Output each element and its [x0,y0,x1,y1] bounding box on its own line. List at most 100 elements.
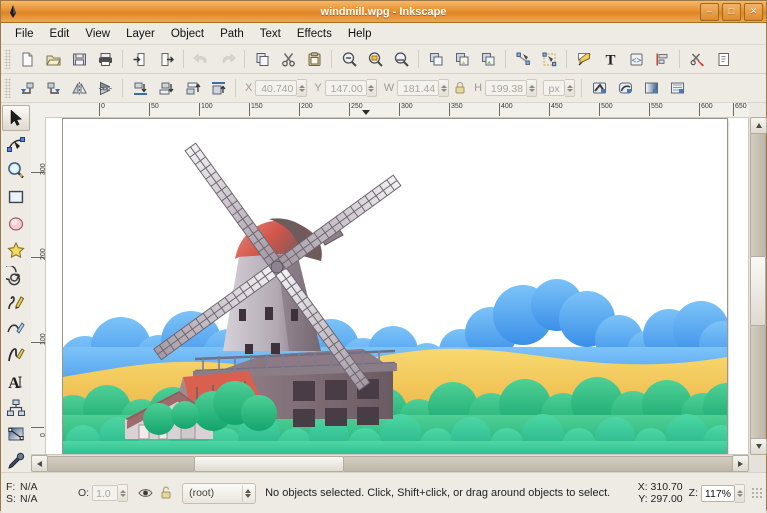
scroll-right-button[interactable] [732,455,749,472]
fill-stroke-indicator[interactable]: F: N/A S: N/A [1,481,68,505]
import-button[interactable] [128,47,152,71]
tool-zoom[interactable] [2,158,30,184]
tool-gradient[interactable] [2,421,30,447]
unlocked-icon[interactable] [157,481,175,505]
units-stepper[interactable] [565,79,575,97]
scale-corners-toggle[interactable] [613,76,637,100]
layer-selector[interactable]: (root) [182,483,256,504]
lock-closed-icon[interactable] [452,76,468,100]
tool-rectangle[interactable] [2,184,30,210]
y-position-field[interactable]: 147.00 [325,80,367,96]
transform-gradients-toggle[interactable] [639,76,663,100]
tool-pencil[interactable] [2,290,30,316]
xml-editor-button[interactable]: <> [624,47,648,71]
windmill-artwork[interactable] [63,119,727,455]
copy-button[interactable] [250,47,274,71]
x-position-stepper[interactable] [297,79,307,97]
group-button[interactable] [511,47,535,71]
scroll-up-button[interactable] [750,117,767,134]
canvas-viewport[interactable] [45,117,749,455]
vertical-scroll-track-highlight[interactable] [750,256,766,326]
document-properties-button[interactable] [711,47,735,71]
duplicate-button[interactable] [424,47,448,71]
menu-layer[interactable]: Layer [118,26,163,42]
close-button[interactable]: ✕ [744,3,763,21]
eye-icon[interactable] [135,481,155,505]
x-position-field[interactable]: 40.740 [255,80,297,96]
paste-button[interactable] [302,47,326,71]
tool-text[interactable]: A [2,369,30,395]
menu-file[interactable]: File [7,26,42,42]
open-document-button[interactable] [41,47,65,71]
transform-patterns-toggle[interactable] [665,76,689,100]
width-stepper[interactable] [439,79,449,97]
horizontal-scroll-thumb[interactable] [194,456,344,472]
zoom-selection-button[interactable] [363,47,387,71]
y-position-stepper[interactable] [367,79,377,97]
maximize-button[interactable]: □ [722,3,741,21]
minimize-button[interactable]: – [700,3,719,21]
window-resize-grip[interactable] [751,487,763,499]
horizontal-scroll-track-right[interactable] [343,456,735,472]
flip-horizontal-button[interactable] [67,76,91,100]
undo-button[interactable] [189,47,213,71]
scroll-left-button[interactable] [31,455,48,472]
tool-bezier[interactable] [2,316,30,342]
menu-view[interactable]: View [77,26,118,42]
rotate-ccw-button[interactable] [15,76,39,100]
height-field[interactable]: 199.38 [485,80,527,96]
clone-button[interactable] [450,47,474,71]
tool-calligraphy[interactable] [2,342,30,368]
toolbar-grip[interactable] [4,78,11,98]
menu-help[interactable]: Help [340,26,380,42]
export-button[interactable] [154,47,178,71]
menu-edit[interactable]: Edit [42,26,78,42]
zoom-out-button[interactable] [337,47,361,71]
opacity-field[interactable]: 1.0 [92,485,118,501]
fill-stroke-button[interactable] [572,47,596,71]
new-document-button[interactable] [15,47,39,71]
save-document-button[interactable] [67,47,91,71]
tool-star[interactable] [2,237,30,263]
zoom-stepper[interactable] [735,484,745,503]
menu-object[interactable]: Object [163,26,212,42]
horizontal-ruler[interactable]: 0 50 100 150 200 250 300 350 400 450 500… [31,103,749,118]
width-field[interactable]: 181.44 [397,80,439,96]
layer-stepper[interactable] [242,485,253,502]
raise-to-top-button[interactable] [206,76,230,100]
tool-node-editor[interactable] [2,131,30,157]
vertical-scroll-thumb[interactable] [750,133,766,257]
print-document-button[interactable] [93,47,117,71]
zoom-field[interactable]: 117% [701,485,735,502]
lower-to-bottom-button[interactable] [128,76,152,100]
tool-dropper[interactable] [2,448,30,474]
tool-spiral[interactable] [2,263,30,289]
opacity-stepper[interactable] [118,484,128,502]
unlink-clone-button[interactable] [476,47,500,71]
zoom-drawing-button[interactable] [389,47,413,71]
flip-vertical-button[interactable] [93,76,117,100]
vertical-scroll-thumb-lower[interactable] [750,325,766,445]
cut-button[interactable] [276,47,300,71]
menu-path[interactable]: Path [212,26,252,42]
rotate-cw-button[interactable] [41,76,65,100]
scroll-down-button[interactable] [750,438,767,455]
horizontal-scrollbar[interactable] [31,454,749,472]
horizontal-scroll-track-left[interactable] [47,456,195,472]
height-stepper[interactable] [527,79,537,97]
vertical-ruler[interactable]: 300 200 100 0 [31,117,46,455]
preferences-button[interactable] [685,47,709,71]
vertical-scrollbar[interactable] [748,117,766,455]
menu-text[interactable]: Text [252,26,289,42]
toolbar-grip[interactable] [4,49,11,69]
redo-button[interactable] [215,47,239,71]
ungroup-button[interactable] [537,47,561,71]
tool-ellipse[interactable] [2,210,30,236]
tool-connector[interactable] [2,395,30,421]
menu-effects[interactable]: Effects [289,26,340,42]
raise-button[interactable] [180,76,204,100]
document-page[interactable] [63,119,727,455]
scale-stroke-toggle[interactable] [587,76,611,100]
tool-selector[interactable] [2,105,30,131]
text-properties-button[interactable]: T [598,47,622,71]
